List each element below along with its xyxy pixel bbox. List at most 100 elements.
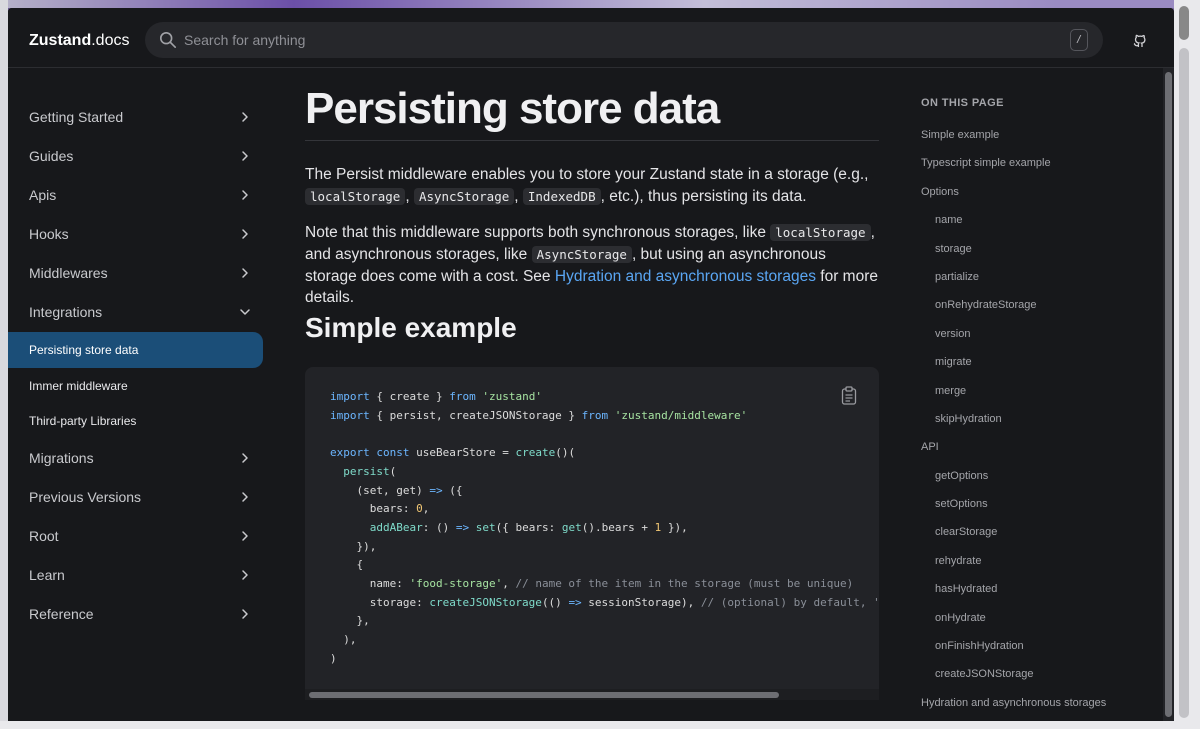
code-horizontal-scrollbar[interactable]	[305, 689, 879, 700]
toc-link-merge[interactable]: merge	[921, 385, 1161, 413]
code-lines: import { create } from 'zustand' import {…	[330, 388, 879, 669]
sidebar-item-label: Apis	[29, 187, 57, 203]
code-token: { create }	[369, 390, 450, 403]
toc-link-storage[interactable]: storage	[921, 243, 1161, 271]
toc-link-skiphydration[interactable]: skipHydration	[921, 413, 1161, 441]
code-line: import { persist, createJSONStorage } fr…	[330, 407, 879, 426]
sidebar-item-learn[interactable]: Learn	[8, 556, 264, 595]
sidebar-subitem-immer-middleware[interactable]: Immer middleware	[8, 368, 264, 404]
toc-link-simple-example[interactable]: Simple example	[921, 129, 1161, 157]
toc-link-clearstorage[interactable]: clearStorage	[921, 526, 1161, 554]
code-line: )	[330, 650, 879, 669]
code-token: ({	[442, 483, 463, 497]
code-token: ,	[502, 577, 516, 591]
sidebar-subitem-third-party-libraries[interactable]: Third-party Libraries	[8, 403, 264, 439]
sidebar-item-label: Guides	[29, 148, 74, 164]
sidebar-item-label: Root	[29, 527, 59, 544]
site-logo[interactable]: Zustand.docs	[29, 32, 129, 50]
code-token: // (optional) by default, 'localStorage'…	[700, 595, 879, 609]
toc-link-onfinishhydration[interactable]: onFinishHydration	[921, 640, 1161, 668]
toc-link-onhydrate[interactable]: onHydrate	[921, 612, 1161, 640]
scrollbar-thumb[interactable]	[309, 692, 779, 698]
toc-link-hashydrated[interactable]: hasHydrated	[921, 583, 1161, 611]
toc-link-name[interactable]: name	[921, 214, 1161, 242]
toc-link-rehydrate[interactable]: rehydrate	[921, 555, 1161, 583]
toc-link-setoptions[interactable]: setOptions	[921, 498, 1161, 526]
code-line: addABear: () => set({ bears: get().bears…	[330, 519, 879, 538]
sidebar-item-hooks[interactable]: Hooks	[8, 215, 264, 254]
browser-left-strip	[0, 0, 8, 729]
chevron-right-icon	[242, 452, 248, 463]
code-token: 'zustand/middleware'	[614, 408, 748, 422]
hydration-link[interactable]: Hydration and asynchronous storages	[555, 268, 816, 285]
code-token: }),	[661, 520, 688, 534]
sidebar-nav: Getting Started Guides Apis Hooks Middleware…	[8, 98, 264, 634]
sidebar-item-getting-started[interactable]: Getting Started	[8, 98, 264, 137]
inline-code: AsyncStorage	[531, 245, 632, 263]
code-line: ),	[330, 631, 879, 650]
sidebar-item-guides[interactable]: Guides	[8, 137, 264, 176]
sidebar-item-label: Migrations	[29, 449, 94, 466]
code-token: =>	[429, 483, 443, 497]
code-token: =>	[455, 520, 470, 534]
code-token: import	[330, 408, 370, 422]
scrollbar-thumb[interactable]	[1179, 6, 1189, 40]
toc-link-api[interactable]: API	[921, 441, 1161, 469]
github-icon[interactable]	[1132, 32, 1148, 48]
toc-link-migrate[interactable]: migrate	[921, 356, 1161, 384]
chevron-right-icon	[242, 229, 248, 239]
outer-scrollbar[interactable]	[1174, 0, 1200, 729]
code-line: (set, get) => ({	[330, 482, 879, 501]
sidebar-item-middlewares[interactable]: Middlewares	[8, 254, 264, 293]
top-header: Zustand.docs Search for anything /	[8, 8, 1174, 68]
sidebar-item-integrations[interactable]: Integrations	[8, 293, 264, 332]
code-token: ,	[422, 502, 430, 516]
toc-link-partialize[interactable]: partialize	[921, 271, 1161, 299]
browser-bottom-strip	[0, 721, 1174, 729]
code-token: (()	[541, 595, 569, 609]
toc-link-hydration-and-asynchronous-storages[interactable]: Hydration and asynchronous storages	[921, 697, 1161, 721]
page-vertical-scrollbar[interactable]	[1163, 68, 1174, 721]
code-token: from	[449, 390, 476, 403]
inline-code: IndexedDB	[522, 187, 601, 205]
code-token: 0	[416, 502, 423, 516]
sidebar-item-apis[interactable]: Apis	[8, 176, 264, 215]
toc-link-typescript-simple-example[interactable]: Typescript simple example	[921, 157, 1161, 185]
toc-link-version[interactable]: version	[921, 328, 1161, 356]
sidebar-item-reference[interactable]: Reference	[8, 595, 264, 634]
code-token: create	[515, 446, 556, 460]
chevron-right-icon	[242, 608, 248, 619]
sidebar-item-label: Previous Versions	[29, 488, 142, 505]
code-token: createJSONStorage	[429, 595, 542, 609]
chevron-right-icon	[242, 190, 248, 200]
sidebar-item-label: Integrations	[29, 304, 103, 320]
search-bar[interactable]: Search for anything /	[145, 22, 1103, 58]
code-token: sessionStorage),	[581, 595, 701, 609]
search-icon	[159, 31, 177, 49]
code-token: { persist, createJSONStorage }	[369, 408, 582, 422]
chevron-down-icon	[240, 309, 250, 315]
copy-clipboard-icon[interactable]	[841, 386, 857, 405]
scrollbar-thumb[interactable]	[1165, 72, 1172, 717]
sidebar-item-migrations[interactable]: Migrations	[8, 439, 264, 478]
inline-code: localStorage	[770, 224, 871, 241]
sidebar-item-root[interactable]: Root	[8, 517, 264, 556]
section-heading: Simple example	[305, 312, 517, 343]
toc-link-createjsonstorage[interactable]: createJSONStorage	[921, 668, 1161, 696]
chevron-right-icon	[242, 112, 248, 122]
code-token: },	[330, 614, 370, 628]
code-line: storage: createJSONStorage(() => session…	[330, 594, 879, 613]
on-this-page-toc: ON THIS PAGE Simple example Typescript si…	[921, 97, 1161, 721]
toc-link-onrehydratestorage[interactable]: onRehydrateStorage	[921, 299, 1161, 327]
toc-link-options[interactable]: Options	[921, 186, 1161, 214]
code-token: useBearStore =	[409, 446, 516, 460]
sidebar-subitem-persisting-store-data[interactable]: Persisting store data	[8, 332, 263, 368]
toc-link-getoptions[interactable]: getOptions	[921, 470, 1161, 498]
sidebar-item-previous-versions[interactable]: Previous Versions	[8, 478, 264, 517]
code-token: 'zustand'	[482, 390, 542, 403]
code-line: }),	[330, 538, 879, 557]
